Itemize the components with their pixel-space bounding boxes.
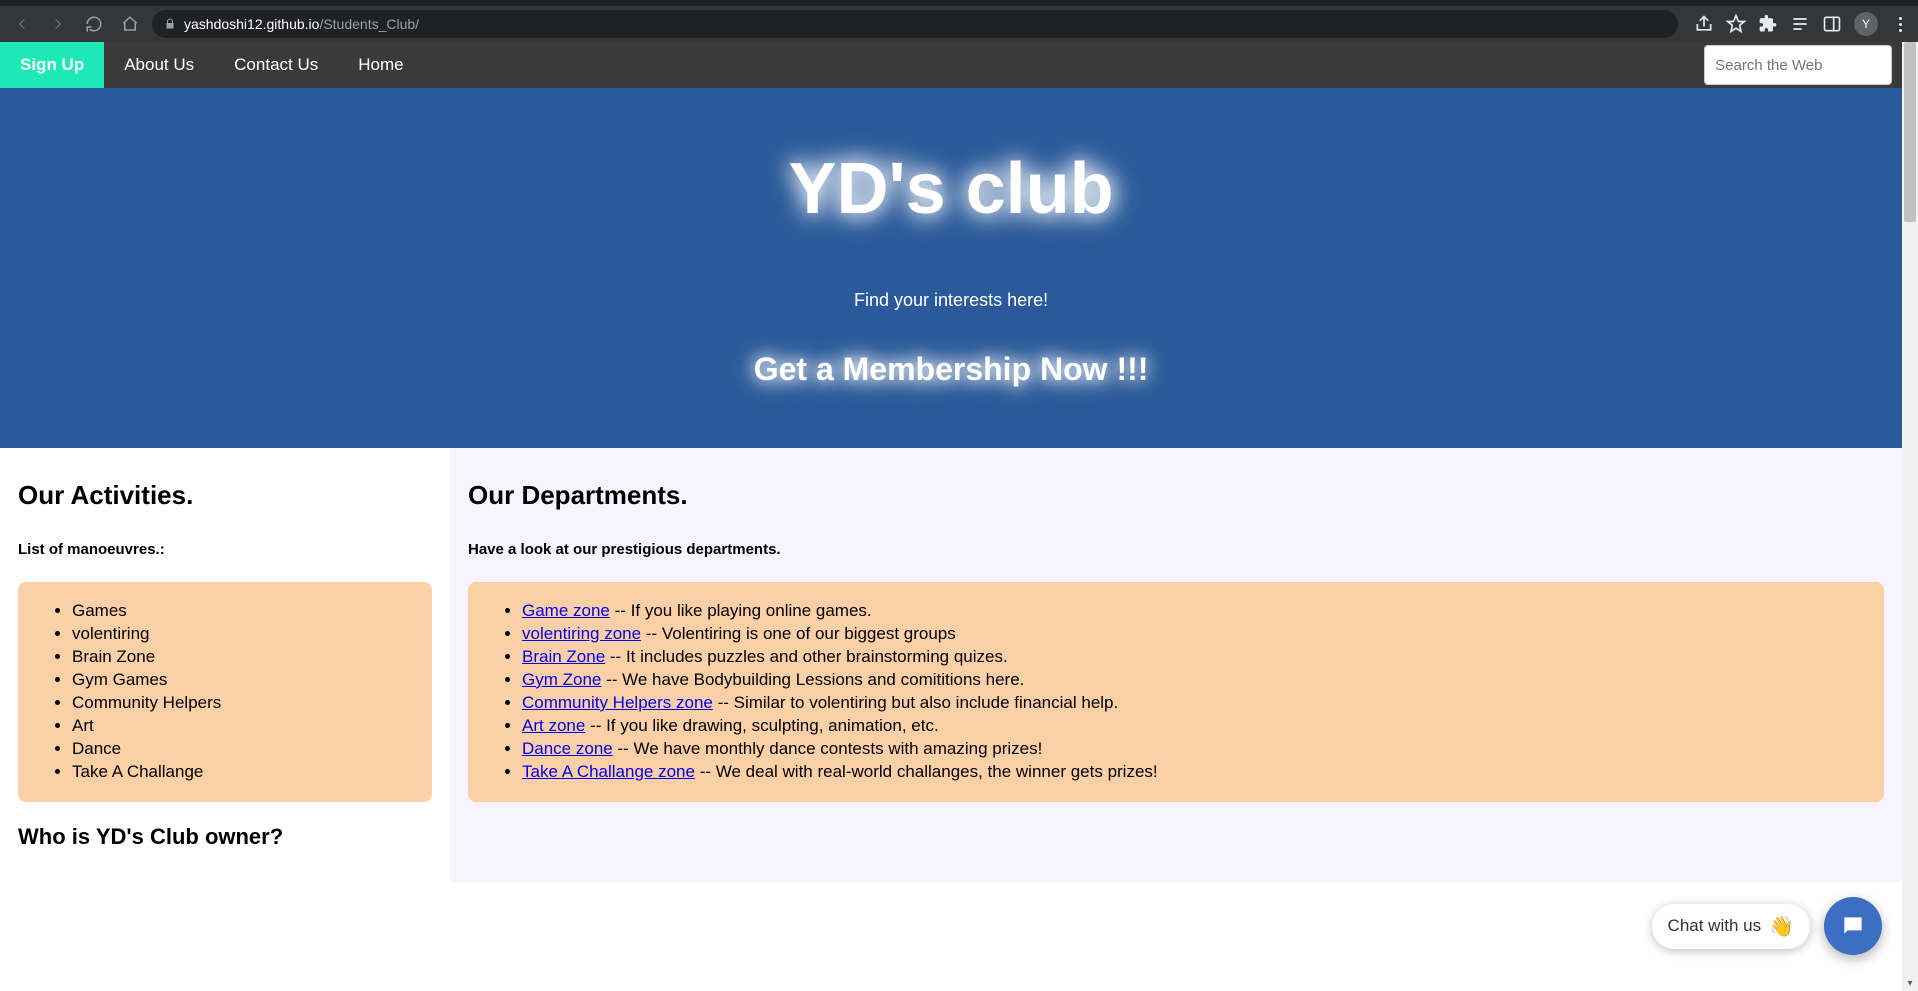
page-content: Sign Up About Us Contact Us Home YD's cl… <box>0 42 1902 991</box>
hero-cta: Get a Membership Now !!! <box>20 351 1882 388</box>
list-item: Community Helpers <box>72 692 412 715</box>
list-item: Gym Games <box>72 669 412 692</box>
reload-button[interactable] <box>80 10 108 38</box>
vertical-scrollbar[interactable]: ▴ ▾ <box>1902 42 1918 991</box>
chat-label: Chat with us <box>1668 916 1762 936</box>
dept-link[interactable]: Dance zone <box>522 739 613 758</box>
nav-about[interactable]: About Us <box>104 42 214 88</box>
activities-card: Games volentiring Brain Zone Gym Games C… <box>18 582 432 802</box>
dept-link[interactable]: Community Helpers zone <box>522 693 713 712</box>
list-item: Community Helpers zone -- Similar to vol… <box>522 692 1864 715</box>
nav-signup[interactable]: Sign Up <box>0 42 104 88</box>
profile-avatar[interactable]: Y <box>1854 12 1878 36</box>
activities-column: Our Activities. List of manoeuvres.: Gam… <box>0 448 450 882</box>
departments-column: Our Departments. Have a look at our pres… <box>450 448 1902 882</box>
list-item: Brain Zone -- It includes puzzles and ot… <box>522 646 1864 669</box>
departments-sub: Have a look at our prestigious departmen… <box>468 541 1884 558</box>
owner-heading: Who is YD's Club owner? <box>18 824 432 850</box>
url-text: yashdoshi12.github.io/Students_Club/ <box>184 16 419 32</box>
list-item: Dance zone -- We have monthly dance cont… <box>522 738 1864 761</box>
chat-widget: Chat with us 👋 <box>1652 897 1882 955</box>
scroll-down-arrow[interactable]: ▾ <box>1902 975 1918 991</box>
hero-tagline: Find your interests here! <box>20 290 1882 311</box>
chat-pill[interactable]: Chat with us 👋 <box>1652 904 1810 949</box>
departments-card: Game zone -- If you like playing online … <box>468 582 1884 802</box>
extensions-icon[interactable] <box>1758 14 1778 34</box>
activities-heading: Our Activities. <box>18 480 432 511</box>
nav-home[interactable]: Home <box>338 42 423 88</box>
dept-link[interactable]: volentiring zone <box>522 624 641 643</box>
dept-link[interactable]: Brain Zone <box>522 647 605 666</box>
list-item: Brain Zone <box>72 646 412 669</box>
site-search-input[interactable] <box>1704 45 1892 85</box>
list-item: Take A Challange <box>72 761 412 784</box>
bookmark-icon[interactable] <box>1726 14 1746 34</box>
share-icon[interactable] <box>1694 14 1714 34</box>
home-button[interactable] <box>116 10 144 38</box>
hero-section: YD's club Find your interests here! Get … <box>0 88 1902 448</box>
dept-link[interactable]: Take A Challange zone <box>522 762 695 781</box>
side-panel-icon[interactable] <box>1822 14 1842 34</box>
list-item: Dance <box>72 738 412 761</box>
list-item: Gym Zone -- We have Bodybuilding Lession… <box>522 669 1864 692</box>
lock-icon <box>164 18 176 30</box>
browser-toolbar: yashdoshi12.github.io/Students_Club/ Y <box>0 6 1918 42</box>
address-bar[interactable]: yashdoshi12.github.io/Students_Club/ <box>152 10 1678 38</box>
scroll-thumb[interactable] <box>1904 42 1916 222</box>
dept-link[interactable]: Gym Zone <box>522 670 601 689</box>
site-navbar: Sign Up About Us Contact Us Home <box>0 42 1902 88</box>
list-item: Art zone -- If you like drawing, sculpti… <box>522 715 1864 738</box>
chat-icon <box>1840 913 1866 939</box>
list-item: volentiring <box>72 623 412 646</box>
reading-list-icon[interactable] <box>1790 14 1810 34</box>
list-item: Games <box>72 600 412 623</box>
list-item: volentiring zone -- Volentiring is one o… <box>522 623 1864 646</box>
list-item: Art <box>72 715 412 738</box>
list-item: Take A Challange zone -- We deal with re… <box>522 761 1864 784</box>
chat-fab[interactable] <box>1824 897 1882 955</box>
dept-link[interactable]: Game zone <box>522 601 610 620</box>
list-item: Game zone -- If you like playing online … <box>522 600 1864 623</box>
departments-heading: Our Departments. <box>468 480 1884 511</box>
dept-link[interactable]: Art zone <box>522 716 585 735</box>
activities-sub: List of manoeuvres.: <box>18 541 432 558</box>
wave-icon: 👋 <box>1769 914 1794 939</box>
forward-button[interactable] <box>44 10 72 38</box>
hero-title: YD's club <box>20 148 1882 230</box>
browser-menu-icon[interactable] <box>1890 14 1910 34</box>
back-button[interactable] <box>8 10 36 38</box>
nav-contact[interactable]: Contact Us <box>214 42 338 88</box>
